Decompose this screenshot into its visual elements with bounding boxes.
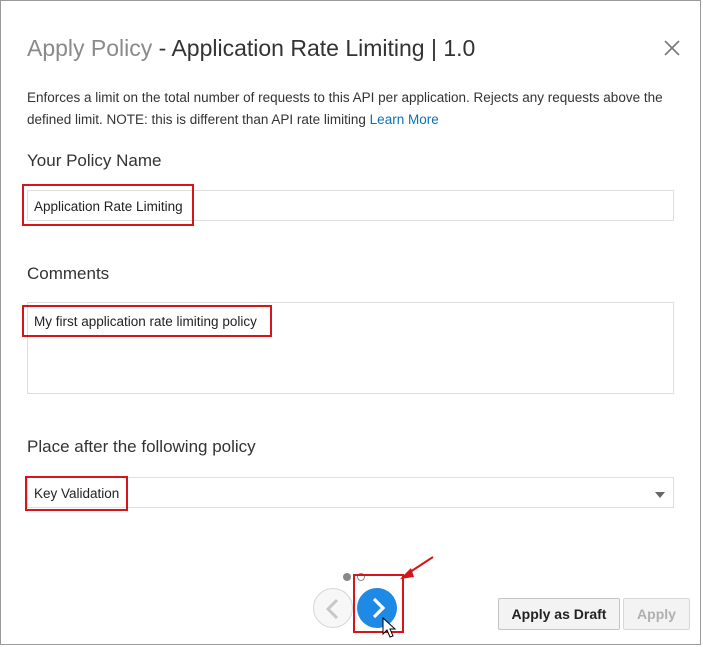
learn-more-link[interactable]: Learn More (370, 112, 439, 127)
annotation-highlight-comments (22, 305, 272, 337)
annotation-arrow (400, 556, 434, 579)
annotation-highlight-place-after (25, 476, 128, 511)
place-after-label: Place after the following policy (27, 437, 256, 456)
dialog-title: Apply Policy - Application Rate Limiting… (27, 35, 475, 62)
comments-label: Comments (27, 264, 110, 283)
policy-name-label: Your Policy Name (27, 151, 162, 170)
annotation-highlight-policy-name (22, 184, 194, 226)
chevron-left-icon (325, 598, 339, 620)
page-indicator-dot-active[interactable] (343, 573, 351, 581)
caret-down-icon[interactable] (655, 492, 665, 498)
policy-description: Enforces a limit on the total number of … (27, 87, 667, 131)
apply-policy-dialog: Apply Policy - Application Rate Limiting… (0, 0, 701, 645)
apply-button[interactable]: Apply (623, 598, 690, 630)
dialog-title-prefix: Apply Policy (27, 35, 153, 61)
policy-description-text: Enforces a limit on the total number of … (27, 90, 663, 127)
dialog-title-main: - Application Rate Limiting | 1.0 (158, 35, 476, 61)
previous-button[interactable] (313, 588, 353, 628)
apply-as-draft-button[interactable]: Apply as Draft (498, 598, 620, 630)
mouse-pointer-icon (382, 617, 396, 638)
close-icon[interactable] (661, 37, 683, 59)
